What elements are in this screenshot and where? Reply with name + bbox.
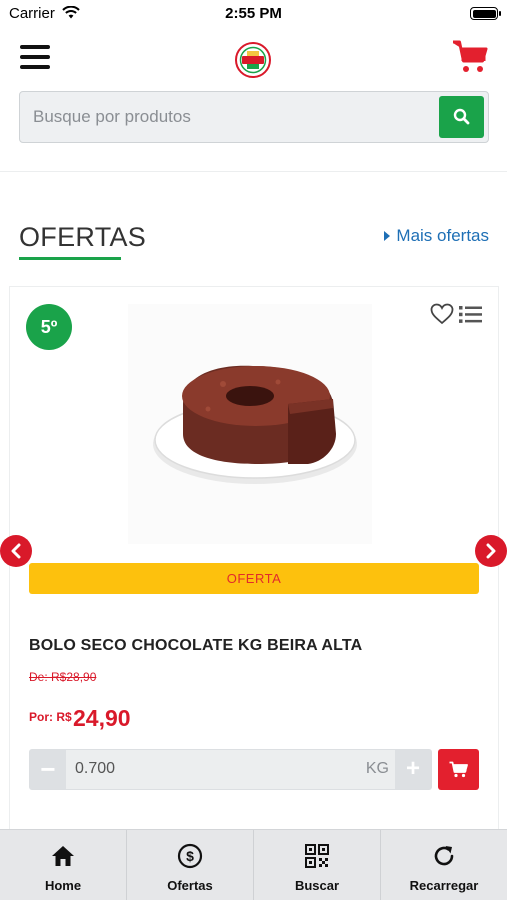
carousel-prev-button[interactable] <box>0 535 32 567</box>
bottom-tab-bar: Home $ Ofertas Buscar Recarregar <box>0 829 507 900</box>
tab-buscar[interactable]: Buscar <box>254 830 381 900</box>
tab-ofertas[interactable]: $ Ofertas <box>127 830 254 900</box>
more-offers-link[interactable]: Mais ofertas <box>384 226 489 246</box>
section-title: OFERTAS <box>19 222 147 252</box>
app-screen: Carrier 2:55 PM Busque por produtos OFER… <box>0 0 507 900</box>
product-name[interactable]: BOLO SECO CHOCOLATE KG BEIRA ALTA <box>29 637 362 655</box>
cart-icon[interactable] <box>452 40 488 74</box>
price-prefix: Por: R$ <box>29 710 72 724</box>
status-bar: Carrier 2:55 PM <box>0 0 507 27</box>
tab-recarregar[interactable]: Recarregar <box>381 830 507 900</box>
quantity-plus-button[interactable]: + <box>395 750 431 789</box>
old-price: De: R$28,90 <box>29 670 97 684</box>
tab-home-label: Home <box>44 878 82 893</box>
search-button[interactable] <box>439 96 484 138</box>
offer-banner: OFERTA <box>29 563 479 594</box>
quantity-stepper: − 0.700 KG + <box>29 749 432 790</box>
home-icon <box>52 846 74 866</box>
search-bar <box>19 91 489 143</box>
quantity-minus-button[interactable]: − <box>30 750 66 789</box>
heart-icon[interactable] <box>430 303 454 325</box>
section-underline <box>19 257 121 260</box>
chevron-left-icon <box>11 543 21 559</box>
header-divider <box>0 171 507 172</box>
dollar-icon: $ <box>177 843 203 869</box>
tab-buscar-label: Buscar <box>294 878 340 893</box>
search-icon <box>453 108 470 125</box>
cart-icon <box>449 761 468 778</box>
caret-right-icon <box>384 231 391 241</box>
status-time: 2:55 PM <box>225 5 282 22</box>
battery-icon <box>470 7 501 20</box>
list-icon[interactable] <box>459 305 482 324</box>
qr-code-icon <box>305 844 329 868</box>
quantity-unit: KG <box>365 760 389 777</box>
quantity-input[interactable]: 0.700 <box>75 760 115 778</box>
product-image-chocolate-cake[interactable] <box>128 304 372 544</box>
add-to-cart-button[interactable] <box>438 749 479 790</box>
store-logo[interactable] <box>235 42 271 78</box>
tab-ofertas-label: Ofertas <box>167 878 213 893</box>
tab-recarregar-label: Recarregar <box>409 878 479 893</box>
tab-home[interactable]: Home <box>0 830 127 900</box>
search-input[interactable] <box>21 93 437 141</box>
svg-text:$: $ <box>186 848 194 864</box>
price-value: 24,90 <box>73 705 131 731</box>
more-offers-label: Mais ofertas <box>396 226 489 245</box>
refresh-icon <box>434 846 454 866</box>
chevron-right-icon <box>486 543 496 559</box>
carousel-next-button[interactable] <box>475 535 507 567</box>
rank-badge: 5º <box>26 304 72 350</box>
hamburger-menu-icon[interactable] <box>20 45 50 71</box>
